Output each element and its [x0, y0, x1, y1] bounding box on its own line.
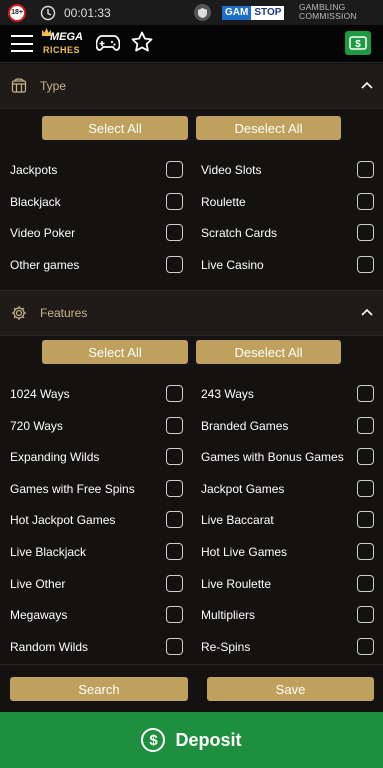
- type-section-header[interactable]: Type: [0, 64, 383, 109]
- dollar-circle-icon: $: [141, 728, 166, 752]
- option-label: Roulette: [201, 194, 246, 209]
- option-label: Video Poker: [10, 226, 76, 241]
- option-label: Blackjack: [10, 194, 61, 209]
- features-deselect-all-button[interactable]: Deselect All: [196, 340, 341, 364]
- save-button[interactable]: Save: [207, 677, 374, 701]
- star-icon[interactable]: [131, 31, 153, 53]
- option-label: 720 Ways: [10, 418, 63, 433]
- option-checkbox[interactable]: [166, 224, 183, 242]
- option-checkbox[interactable]: [357, 416, 374, 434]
- top-nav: MEGA RICHES $: [0, 25, 383, 63]
- type-section-title: Type: [40, 79, 67, 93]
- gear-icon: [12, 306, 26, 320]
- option-checkbox[interactable]: [166, 637, 183, 655]
- option-checkbox[interactable]: [166, 479, 183, 497]
- option-checkbox[interactable]: [166, 192, 183, 210]
- option-checkbox[interactable]: [166, 543, 183, 560]
- type-deselect-all-button[interactable]: Deselect All: [196, 116, 341, 140]
- search-button[interactable]: Search: [10, 677, 188, 701]
- option-label: Hot Jackpot Games: [10, 513, 116, 528]
- option-checkbox[interactable]: [166, 416, 183, 434]
- deposit-label: Deposit: [175, 729, 242, 750]
- status-bar: 18+ 00:01:33 GAM STOP GAMBLING COMMISSIO…: [0, 0, 383, 25]
- option-label: Expanding Wilds: [10, 450, 100, 465]
- gamstop-left: GAM: [222, 6, 252, 20]
- session-timer: 00:01:33: [64, 5, 111, 20]
- option-label: Multipliers: [201, 608, 256, 623]
- option-label: Random Wilds: [10, 639, 89, 654]
- slot-machine-icon: [11, 78, 27, 93]
- gamepad-icon[interactable]: [96, 34, 120, 52]
- option-checkbox[interactable]: [357, 448, 374, 466]
- option-label: Live Roulette: [201, 576, 272, 591]
- option-checkbox[interactable]: [357, 385, 374, 402]
- option-label: 1024 Ways: [10, 387, 70, 401]
- option-checkbox[interactable]: [166, 511, 183, 529]
- option-label: Jackpots: [10, 163, 58, 177]
- option-checkbox[interactable]: [166, 256, 183, 274]
- option-label: Hot Live Games: [201, 545, 288, 559]
- features-section-header[interactable]: Features: [0, 291, 383, 336]
- option-checkbox[interactable]: [357, 192, 374, 210]
- features-section-title: Features: [40, 306, 88, 320]
- option-checkbox[interactable]: [357, 543, 374, 560]
- option-label: Jackpot Games: [201, 481, 285, 496]
- option-label: Live Blackjack: [10, 545, 87, 559]
- option-checkbox[interactable]: [357, 574, 374, 592]
- gambling-commission-logo[interactable]: GAMBLING COMMISSION: [299, 3, 357, 21]
- option-label: Branded Games: [201, 418, 289, 433]
- clock-icon: [40, 5, 56, 20]
- option-checkbox[interactable]: [357, 256, 374, 274]
- option-checkbox[interactable]: [166, 606, 183, 624]
- option-checkbox[interactable]: [166, 574, 183, 592]
- option-label: Scratch Cards: [201, 226, 278, 241]
- cashier-button[interactable]: $: [345, 31, 371, 55]
- option-checkbox[interactable]: [166, 448, 183, 466]
- option-label: Games with Bonus Games: [201, 450, 344, 465]
- actions-divider: [0, 664, 383, 665]
- option-label: 243 Ways: [201, 387, 254, 401]
- option-label: Re-Spins: [201, 639, 251, 654]
- logo-text-top: MEGA: [50, 31, 83, 43]
- option-checkbox[interactable]: [357, 511, 374, 529]
- option-label: Video Slots: [201, 163, 262, 177]
- age-restriction-badge: 18+: [8, 3, 26, 22]
- chevron-up-icon[interactable]: [361, 81, 373, 89]
- shield-icon[interactable]: [194, 4, 211, 21]
- features-select-all-button[interactable]: Select All: [42, 340, 188, 364]
- option-label: Live Baccarat: [201, 513, 274, 528]
- option-label: Live Casino: [201, 258, 264, 273]
- brand-logo[interactable]: MEGA RICHES: [42, 28, 86, 60]
- menu-icon[interactable]: [11, 35, 33, 52]
- option-checkbox[interactable]: [357, 606, 374, 624]
- option-label: Games with Free Spins: [10, 481, 135, 496]
- option-checkbox[interactable]: [357, 479, 374, 497]
- gamstop-logo[interactable]: GAM STOP: [222, 6, 285, 20]
- option-checkbox[interactable]: [357, 161, 374, 178]
- commission-line-2: COMMISSION: [299, 11, 357, 21]
- option-label: Megaways: [10, 608, 68, 623]
- option-checkbox[interactable]: [357, 224, 374, 242]
- option-checkbox[interactable]: [166, 161, 183, 178]
- option-label: Other games: [10, 258, 80, 273]
- option-checkbox[interactable]: [166, 385, 183, 402]
- chevron-up-icon[interactable]: [361, 308, 373, 316]
- svg-text:$: $: [355, 39, 361, 50]
- option-checkbox[interactable]: [357, 637, 374, 655]
- option-label: Live Other: [10, 576, 66, 591]
- gamstop-right: STOP: [251, 6, 285, 20]
- deposit-button[interactable]: $ Deposit: [0, 712, 383, 768]
- logo-text-bottom: RICHES: [43, 45, 81, 55]
- type-select-all-button[interactable]: Select All: [42, 116, 188, 140]
- dollar-icon: $: [349, 36, 367, 50]
